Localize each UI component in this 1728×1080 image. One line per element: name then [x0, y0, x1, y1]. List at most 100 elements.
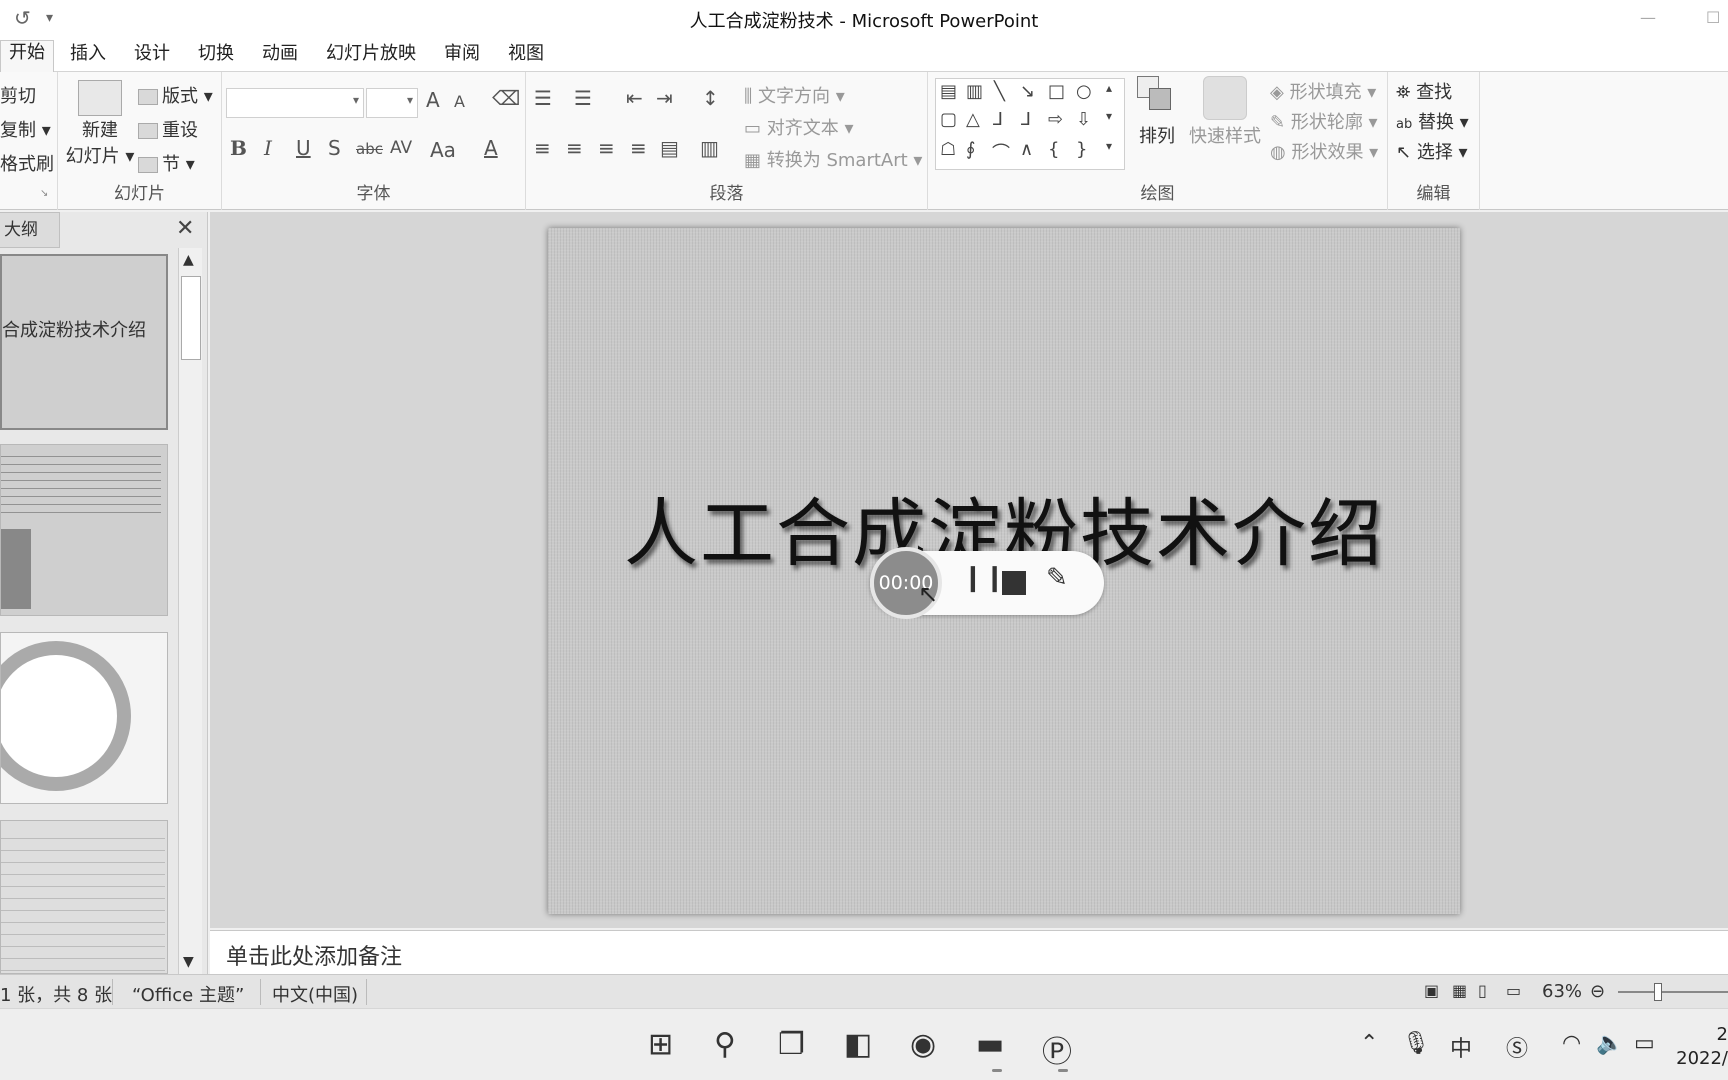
triangle-shape-icon[interactable]: △ [966, 109, 980, 130]
close-pane-icon[interactable]: ✕ [176, 216, 194, 241]
microphone-icon[interactable]: 🎙 [1402, 1031, 1430, 1056]
italic-button[interactable]: I [264, 136, 272, 160]
change-case-button[interactable]: Aa [430, 138, 456, 162]
scroll-up-arrow-icon[interactable]: ▲ [183, 252, 194, 268]
down-arrow-shape-icon[interactable]: ⇩ [1076, 109, 1091, 130]
shape-fill-button[interactable]: ◈ 形状填充 ▾ [1270, 78, 1376, 104]
edge-browser-icon[interactable]: ◉ [910, 1027, 936, 1062]
char-spacing-button[interactable]: AV [390, 138, 412, 158]
language-indicator[interactable]: 中文(中国) [272, 981, 358, 1007]
bold-button[interactable]: B [230, 136, 247, 160]
slide-thumbnail-1[interactable]: 合成淀粉技术介绍 [0, 254, 168, 430]
arrange-button[interactable]: 排列 [1132, 76, 1182, 148]
arrow-line-shape-icon[interactable]: ↘ [1020, 81, 1035, 102]
elbow-arrow-icon[interactable]: ᒧ [1020, 109, 1031, 130]
line-spacing-icon[interactable]: ↕ [702, 86, 719, 110]
tab-view[interactable]: 视图 [508, 42, 544, 72]
file-explorer-icon[interactable]: ▬ [976, 1027, 1004, 1062]
pause-icon[interactable]: ❙❙ [962, 563, 1006, 593]
numbering-icon[interactable]: ☰ [574, 86, 592, 110]
tab-design[interactable]: 设计 [134, 42, 170, 72]
distributed-icon[interactable]: ▤ [660, 136, 679, 160]
battery-icon[interactable]: ▭ [1634, 1031, 1655, 1056]
quick-styles-button[interactable]: 快速样式 [1188, 76, 1262, 148]
minimize-icon[interactable]: — [1640, 8, 1656, 27]
scroll-down-icon[interactable]: ▾ [1106, 109, 1112, 123]
align-center-icon[interactable]: ≡ [566, 136, 583, 160]
cut-button[interactable]: 剪切 [0, 82, 36, 108]
left-brace-icon[interactable]: { [1048, 139, 1059, 160]
rectangle-shape-icon[interactable]: □ [1048, 81, 1065, 102]
task-view-icon[interactable]: ❐ [778, 1027, 805, 1062]
clear-formatting-icon[interactable]: ⌫ [492, 86, 520, 110]
increase-indent-icon[interactable]: ⇥ [656, 86, 673, 110]
scribble-shape-icon[interactable]: ∮ [966, 139, 975, 160]
copy-button[interactable]: 复制 ▾ [0, 116, 51, 142]
show-hidden-icons-icon[interactable]: ⌃ [1360, 1031, 1378, 1056]
right-brace-icon[interactable]: } [1076, 139, 1087, 160]
shape-outline-button[interactable]: ✎ 形状轮廓 ▾ [1270, 108, 1378, 134]
reset-button[interactable]: 重设 [138, 116, 198, 142]
zoom-slider-thumb[interactable] [1654, 983, 1662, 1001]
slideshow-view-icon[interactable]: ▭ [1506, 981, 1521, 1000]
slide-thumbnail-4[interactable] [0, 820, 168, 974]
slide-thumbnail-3[interactable] [0, 632, 168, 804]
tab-animations[interactable]: 动画 [262, 42, 298, 72]
align-right-icon[interactable]: ≡ [598, 136, 615, 160]
rounded-rect-shape-icon[interactable]: ▢ [940, 109, 957, 130]
oval-shape-icon[interactable]: ○ [1076, 81, 1092, 102]
notes-pane[interactable]: 单击此处添加备注 [210, 930, 1728, 974]
new-slide-button[interactable]: 新建 幻灯片 ▾ [62, 80, 138, 168]
slide-thumbnail-2[interactable] [0, 444, 168, 616]
sogou-ime-icon[interactable]: Ⓢ [1506, 1031, 1528, 1063]
zoom-slider[interactable] [1618, 991, 1728, 993]
vertical-textbox-shape-icon[interactable]: ▥ [966, 81, 983, 102]
start-icon[interactable]: ⊞ [648, 1027, 673, 1062]
curve-shape-icon[interactable]: ∧ [1020, 139, 1033, 160]
tab-insert[interactable]: 插入 [70, 42, 106, 72]
scroll-thumb[interactable] [181, 276, 201, 360]
shapes-gallery[interactable]: ▤ ▥ ╲ ↘ □ ○ ▢ △ ᒧ ᒧ ⇨ ⇩ ☖ ∮ ⌒ ∧ { } ▴ ▾ … [935, 78, 1125, 170]
text-direction-button[interactable]: ⫼ 文字方向 ▾ [744, 82, 845, 108]
wifi-icon[interactable]: ◠ [1562, 1031, 1581, 1056]
right-arrow-shape-icon[interactable]: ⇨ [1048, 109, 1063, 130]
freeform-shape-icon[interactable]: ☖ [940, 139, 956, 160]
section-button[interactable]: 节 ▾ [138, 150, 195, 176]
input-method-icon[interactable]: 中 [1450, 1031, 1472, 1063]
format-painter-button[interactable]: 格式刷 [0, 150, 54, 176]
tab-transitions[interactable]: 切换 [198, 42, 234, 72]
replace-button[interactable]: ab 替换 ▾ [1396, 108, 1469, 134]
dialog-launcher-icon[interactable]: ↘ [40, 188, 48, 199]
convert-smartart-button[interactable]: ▦ 转换为 SmartArt ▾ [744, 146, 922, 172]
pen-icon[interactable]: ✎ [1046, 563, 1068, 593]
shape-effects-button[interactable]: ◍ 形状效果 ▾ [1270, 138, 1378, 164]
font-family-combo[interactable]: ▾ [226, 88, 364, 118]
bullets-icon[interactable]: ☰ [534, 86, 552, 110]
tab-review[interactable]: 审阅 [444, 42, 480, 72]
elbow-connector-icon[interactable]: ᒧ [992, 109, 1003, 130]
font-color-button[interactable]: A [484, 136, 498, 160]
zoom-out-icon[interactable]: ⊖ [1590, 981, 1605, 1002]
strikethrough-button[interactable]: abc [356, 140, 383, 158]
align-text-button[interactable]: ▭ 对齐文本 ▾ [744, 114, 854, 140]
line-shape-icon[interactable]: ╲ [994, 81, 1005, 102]
volume-icon[interactable]: 🔈 [1596, 1031, 1623, 1056]
reading-view-icon[interactable]: ▯ [1478, 981, 1487, 1000]
search-icon[interactable]: ⚲ [714, 1027, 736, 1062]
arc-shape-icon[interactable]: ⌒ [992, 139, 1010, 165]
decrease-indent-icon[interactable]: ⇤ [626, 86, 643, 110]
tab-outline[interactable]: 大纲 [0, 212, 60, 248]
shrink-font-button[interactable]: A [454, 92, 465, 111]
maximize-icon[interactable]: ☐ [1706, 8, 1720, 27]
layout-button[interactable]: 版式 ▾ [138, 82, 213, 108]
normal-view-icon[interactable]: ▣ [1424, 981, 1439, 1000]
powerpoint-app-icon[interactable]: Ⓟ [1042, 1027, 1072, 1071]
textbox-shape-icon[interactable]: ▤ [940, 81, 957, 102]
widgets-icon[interactable]: ◧ [844, 1027, 872, 1062]
scroll-up-icon[interactable]: ▴ [1106, 81, 1112, 95]
stop-icon[interactable] [1002, 571, 1026, 595]
scroll-down-arrow-icon[interactable]: ▼ [183, 954, 194, 970]
tab-home[interactable]: 开始 [0, 40, 54, 73]
justify-icon[interactable]: ≡ [630, 136, 647, 160]
clock[interactable]: 2 2022/ [1676, 1023, 1728, 1071]
